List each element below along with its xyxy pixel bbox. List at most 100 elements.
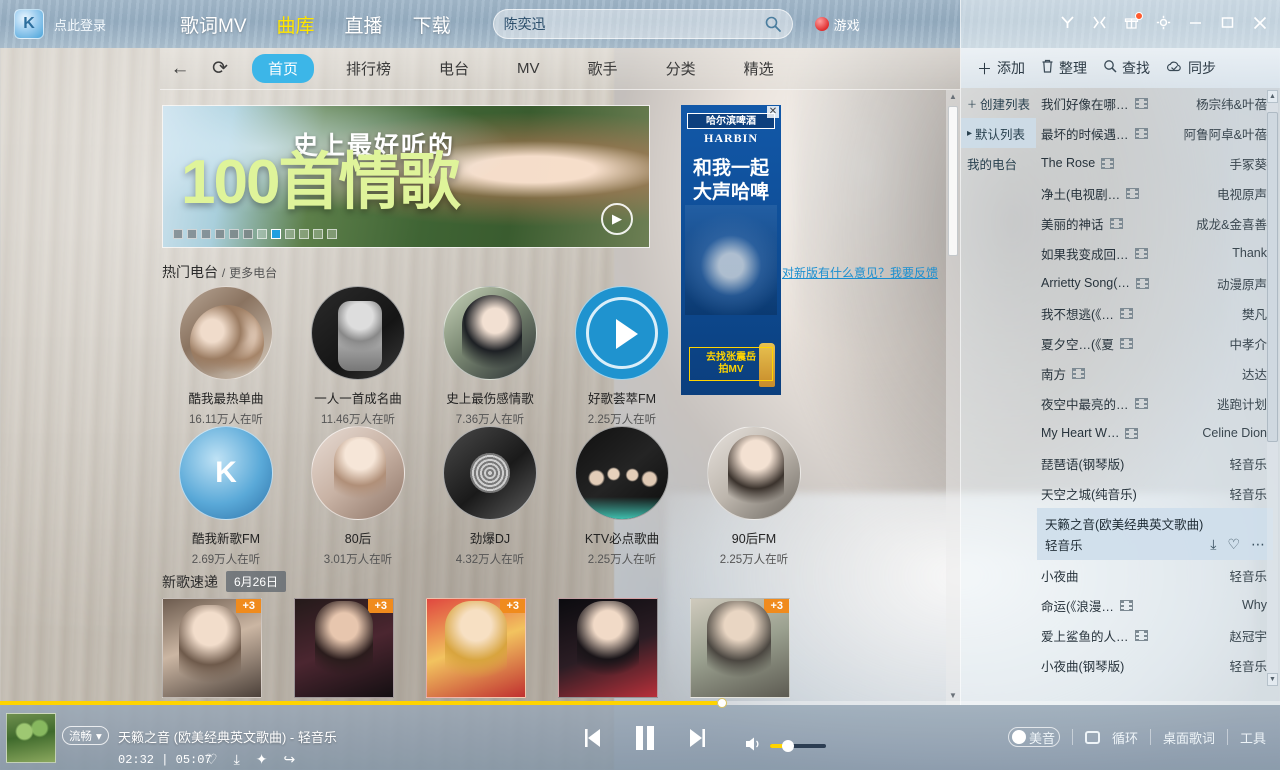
next-button[interactable] bbox=[684, 725, 710, 754]
tab-category[interactable]: 分类 bbox=[650, 54, 712, 83]
back-button[interactable]: ← bbox=[160, 58, 200, 80]
carousel-dot[interactable] bbox=[327, 229, 337, 239]
carousel-dot[interactable] bbox=[257, 229, 267, 239]
login-link[interactable]: 点此登录 bbox=[54, 15, 106, 34]
song-row[interactable]: 小夜曲(钢琴版) 轻音乐 bbox=[1037, 650, 1273, 680]
song-row[interactable]: 夜空中最亮的… 逃跑计划 bbox=[1037, 388, 1273, 418]
mv-icon[interactable] bbox=[1134, 629, 1148, 641]
main-nav-library[interactable]: 曲库 bbox=[277, 11, 315, 38]
song-row[interactable]: 琵琶语(钢琴版) 轻音乐 bbox=[1037, 448, 1273, 478]
radio-station-thumbnail[interactable] bbox=[707, 426, 801, 520]
game-link[interactable]: 游戏 bbox=[814, 15, 860, 34]
main-nav-live[interactable]: 直播 bbox=[345, 11, 383, 38]
radio-station-thumbnail[interactable] bbox=[575, 426, 669, 520]
radio-station-thumbnail[interactable] bbox=[311, 426, 405, 520]
sound-effect-toggle[interactable]: 美音 bbox=[1007, 727, 1060, 747]
minimize-button[interactable] bbox=[1188, 15, 1203, 33]
mv-icon[interactable] bbox=[1134, 127, 1148, 139]
scroll-thumb[interactable] bbox=[948, 106, 958, 256]
banner-play-icon[interactable]: ▶ bbox=[601, 203, 633, 235]
add-button[interactable]: ＋ 添加 bbox=[977, 58, 1025, 79]
tab-singers[interactable]: 歌手 bbox=[572, 54, 634, 83]
radio-station-item[interactable]: KTV必点歌曲 2.25万人在听 bbox=[556, 426, 688, 567]
progress-knob[interactable] bbox=[716, 698, 727, 708]
playlist-scroll-down[interactable]: ▼ bbox=[1267, 673, 1278, 686]
volume-control[interactable] bbox=[744, 735, 826, 756]
previous-button[interactable] bbox=[580, 725, 606, 754]
banner-carousel-dots[interactable] bbox=[173, 229, 337, 239]
carousel-dot[interactable] bbox=[313, 229, 323, 239]
search-input[interactable] bbox=[503, 16, 764, 32]
radio-station-item[interactable]: 一人一首成名曲 11.46万人在听 bbox=[292, 286, 424, 427]
heart-icon[interactable]: ♡ bbox=[1227, 536, 1240, 553]
sync-button[interactable]: 同步 bbox=[1166, 58, 1216, 78]
newsong-thumbnail[interactable] bbox=[558, 598, 658, 698]
song-row[interactable]: 美丽的神话 成龙&金喜善 bbox=[1037, 208, 1273, 238]
song-row-current[interactable]: 天籁之音(欧美经典英文歌曲) 轻音乐 ⤓ ♡ ⋯ bbox=[1037, 508, 1273, 560]
mv-icon[interactable] bbox=[1119, 599, 1133, 611]
mv-icon[interactable] bbox=[1119, 307, 1133, 319]
ad-cta-button[interactable]: 去找张震岳 拍MV bbox=[689, 347, 773, 381]
radio-more-link[interactable]: 更多电台 bbox=[229, 266, 277, 280]
song-row[interactable]: 净土(电视剧… 电视原声 bbox=[1037, 178, 1273, 208]
playlist-scrollbar[interactable]: ▲ ▼ bbox=[1267, 90, 1278, 686]
carousel-dot[interactable] bbox=[229, 229, 239, 239]
carousel-dot[interactable] bbox=[201, 229, 211, 239]
tab-radio[interactable]: 电台 bbox=[423, 54, 485, 83]
newsong-thumbnail[interactable]: +3 bbox=[162, 598, 262, 698]
quality-selector[interactable]: 流畅 ▾ bbox=[62, 726, 109, 745]
tab-home[interactable]: 首页 bbox=[252, 54, 315, 83]
carousel-dot[interactable] bbox=[299, 229, 309, 239]
playlist-scroll-up[interactable]: ▲ bbox=[1267, 90, 1278, 103]
radio-station-item[interactable]: 史上最伤感情歌 7.36万人在听 bbox=[424, 286, 556, 427]
mv-icon[interactable] bbox=[1072, 367, 1086, 379]
carousel-dot[interactable] bbox=[285, 229, 295, 239]
song-row[interactable]: 南方 达达 bbox=[1037, 358, 1273, 388]
newsong-thumbnail[interactable]: +3 bbox=[426, 598, 526, 698]
ad-close-icon[interactable]: ✕ bbox=[767, 106, 779, 118]
find-button[interactable]: 查找 bbox=[1103, 58, 1150, 78]
promo-banner[interactable]: 史上最好听的 100首情歌 ▶ bbox=[162, 105, 650, 248]
radio-station-thumbnail[interactable]: K bbox=[179, 426, 273, 520]
song-row[interactable]: 天空之城(纯音乐) 轻音乐 bbox=[1037, 478, 1273, 508]
feedback-link[interactable]: 对新版有什么意见？我要反馈 bbox=[782, 264, 938, 281]
playlist-list-item[interactable]: 我的电台 bbox=[961, 148, 1036, 178]
download-icon[interactable]: ⤓ bbox=[1210, 536, 1216, 553]
volume-icon[interactable] bbox=[744, 735, 764, 756]
playlist-scroll-thumb[interactable] bbox=[1267, 112, 1278, 442]
loop-label[interactable]: 循环 bbox=[1112, 728, 1138, 747]
progress-bar[interactable] bbox=[0, 698, 1280, 708]
advertisement-panel[interactable]: 哈尔滨啤酒 HARBIN 和我一起 大声哈啤 去找张震岳 拍MV ✕ bbox=[681, 105, 781, 395]
pause-button[interactable] bbox=[630, 723, 660, 756]
song-row[interactable]: 如果我变成回… Thank bbox=[1037, 238, 1273, 268]
song-row[interactable]: 夏夕空…(《夏 中孝介 bbox=[1037, 328, 1273, 358]
search-icon[interactable] bbox=[764, 15, 782, 33]
tab-mv[interactable]: MV bbox=[501, 56, 556, 81]
song-row[interactable]: 爱上鲨鱼的人… 赵冠宇 bbox=[1037, 620, 1273, 650]
more-icon[interactable]: ⋯ bbox=[1251, 536, 1265, 553]
mv-icon[interactable] bbox=[1134, 247, 1148, 259]
radio-station-thumbnail[interactable] bbox=[443, 286, 537, 380]
song-row[interactable]: The Rose 手冢葵 bbox=[1037, 148, 1273, 178]
song-row[interactable]: My Heart W… Celine Dion bbox=[1037, 418, 1273, 448]
loop-icon[interactable] bbox=[1084, 730, 1100, 744]
radio-station-item[interactable]: 80后 3.01万人在听 bbox=[292, 426, 424, 567]
share-icon[interactable]: ↪ bbox=[284, 751, 296, 768]
organize-button[interactable]: 整理 bbox=[1041, 58, 1087, 78]
gift-icon[interactable] bbox=[1124, 12, 1143, 33]
tools-button[interactable]: 工具 bbox=[1240, 728, 1266, 747]
gear-icon[interactable] bbox=[1156, 15, 1171, 33]
close-button[interactable] bbox=[1252, 15, 1268, 34]
mv-icon[interactable] bbox=[1119, 337, 1133, 349]
mv-icon[interactable] bbox=[1101, 157, 1115, 169]
wifi-icon[interactable] bbox=[1060, 15, 1075, 33]
carousel-dot[interactable] bbox=[215, 229, 225, 239]
playlist-list-item[interactable]: ▸ 默认列表 bbox=[961, 118, 1036, 148]
volume-slider[interactable] bbox=[770, 739, 826, 752]
newsong-thumbnail[interactable]: +3 bbox=[294, 598, 394, 698]
song-row[interactable]: 小夜曲 轻音乐 bbox=[1037, 560, 1273, 590]
radio-station-item[interactable]: 好歌荟萃FM 2.25万人在听 bbox=[556, 286, 688, 427]
download-icon[interactable]: ⤓ bbox=[234, 751, 240, 768]
song-row[interactable]: 我们好像在哪… 杨宗纬&叶蓓 bbox=[1037, 88, 1273, 118]
radio-station-item[interactable]: 酷我最热单曲 16.11万人在听 bbox=[160, 286, 292, 427]
